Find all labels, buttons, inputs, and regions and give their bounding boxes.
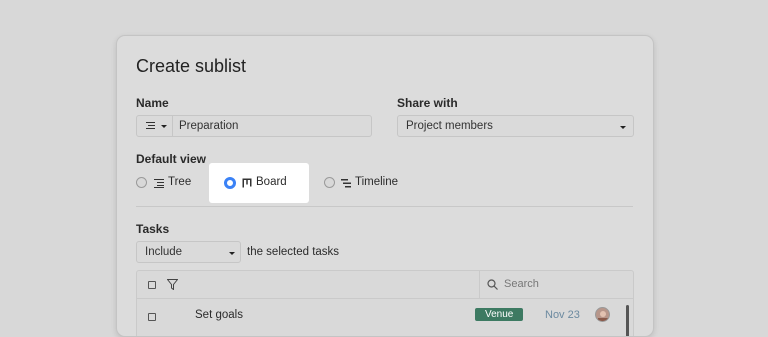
list-format-icon <box>146 122 155 131</box>
create-sublist-dialog: Create sublist Name Preparation Share wi… <box>116 35 654 337</box>
name-field: Preparation <box>136 115 372 137</box>
view-option-board-label: Board <box>256 176 287 188</box>
tasks-mode-select[interactable]: Include <box>136 241 241 263</box>
task-date: Nov 23 <box>545 309 580 321</box>
chevron-down-icon <box>161 125 167 128</box>
task-name: Set goals <box>195 309 243 321</box>
dialog-title: Create sublist <box>136 56 247 76</box>
view-option-timeline-label: Timeline <box>355 176 399 188</box>
row-checkbox[interactable] <box>148 313 156 321</box>
name-label: Name <box>136 96 169 110</box>
view-option-tree[interactable]: Tree <box>131 163 201 203</box>
search-input[interactable]: Search <box>504 278 539 290</box>
scrollbar[interactable] <box>626 305 629 336</box>
board-icon <box>242 178 252 188</box>
share-with-label: Share with <box>397 96 458 110</box>
tasks-mode-value: Include <box>145 246 183 258</box>
chevron-down-icon <box>229 252 235 255</box>
radio-timeline[interactable] <box>324 177 335 188</box>
task-table: Search Set goals Venue Nov 23 <box>136 270 635 336</box>
select-all-checkbox[interactable] <box>148 281 156 289</box>
name-input[interactable]: Preparation <box>179 120 238 132</box>
timeline-icon <box>341 179 351 188</box>
person-icon <box>598 311 608 321</box>
view-option-timeline[interactable]: Timeline <box>317 163 412 203</box>
task-tag: Venue <box>475 308 524 321</box>
search-box[interactable]: Search <box>479 271 635 298</box>
section-divider <box>136 206 633 207</box>
avatar <box>595 307 610 322</box>
view-option-tree-label: Tree <box>168 176 192 188</box>
share-with-select[interactable]: Project members <box>397 115 634 137</box>
tasks-label: Tasks <box>136 222 170 236</box>
view-option-board[interactable]: Board <box>209 163 309 203</box>
format-dropdown-button[interactable] <box>137 116 173 136</box>
chevron-down-icon <box>620 126 626 129</box>
search-icon <box>487 279 498 290</box>
tree-icon <box>154 179 164 188</box>
filter-icon[interactable] <box>167 279 178 290</box>
share-with-value: Project members <box>406 120 493 132</box>
table-row[interactable]: Set goals Venue Nov 23 <box>137 299 633 336</box>
tasks-mode-suffix: the selected tasks <box>247 246 340 258</box>
radio-tree[interactable] <box>136 177 147 188</box>
radio-board[interactable] <box>224 177 236 189</box>
